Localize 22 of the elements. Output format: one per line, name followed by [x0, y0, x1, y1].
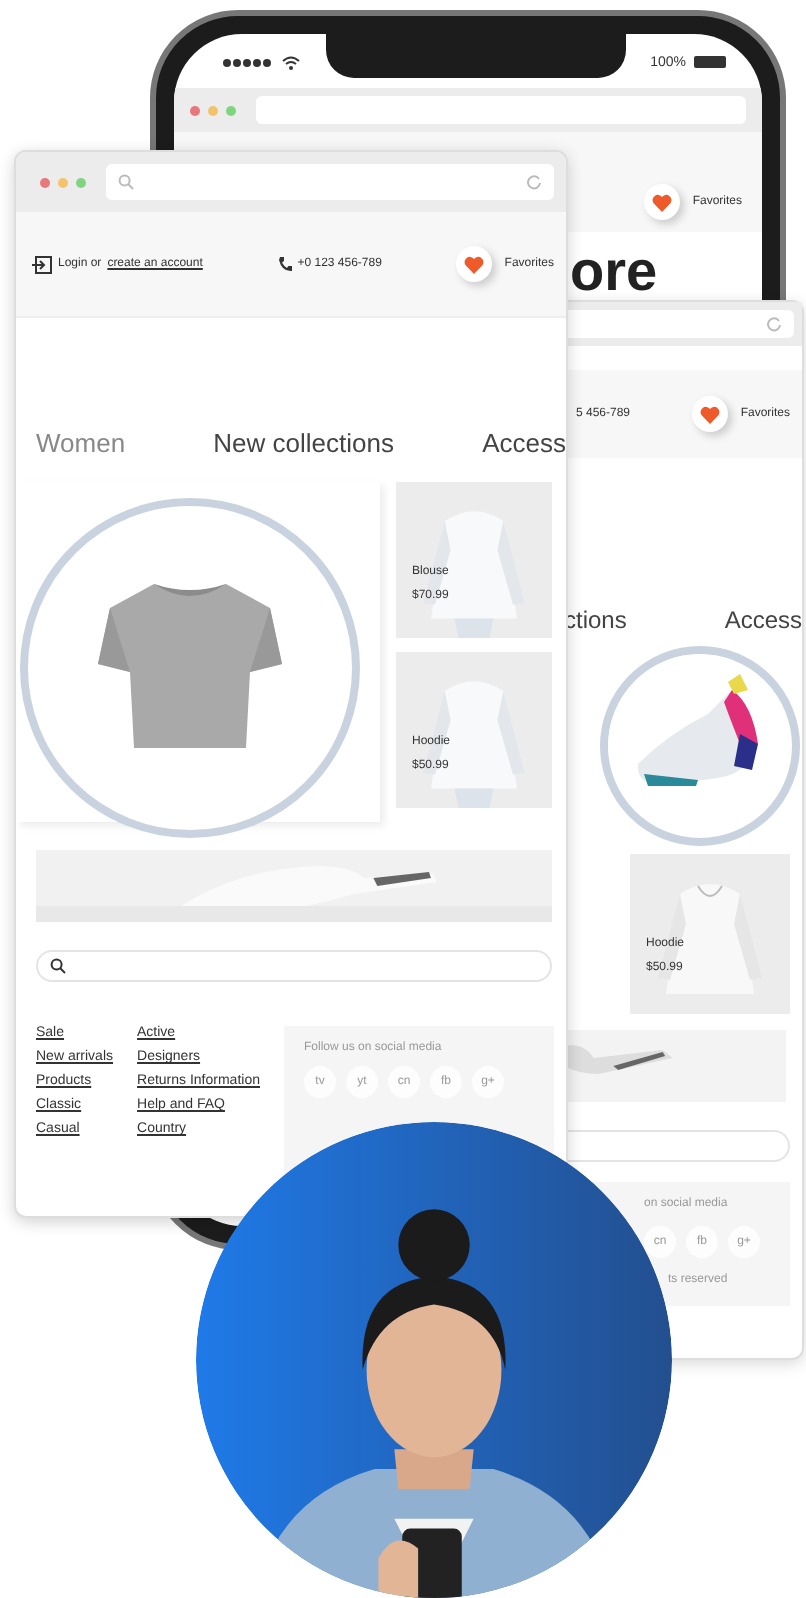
window-controls[interactable] [40, 177, 86, 187]
login-icon [32, 255, 52, 273]
reload-icon[interactable] [766, 316, 782, 332]
category-link[interactable]: New collections [213, 428, 394, 458]
category-link[interactable]: Women [36, 428, 126, 458]
search-field[interactable] [36, 950, 552, 982]
heart-icon [464, 255, 485, 273]
window-controls[interactable] [190, 105, 236, 115]
search-icon [50, 958, 66, 974]
address-bar[interactable] [564, 310, 794, 338]
category-link[interactable]: Access [482, 428, 566, 458]
reload-icon[interactable] [526, 174, 542, 190]
address-bar[interactable] [106, 164, 554, 200]
phone-icon [277, 256, 292, 272]
search-icon [118, 174, 134, 190]
battery-icon [694, 56, 726, 68]
category-link[interactable]: Access [724, 606, 802, 634]
wifi-icon [282, 55, 300, 69]
page-heading: ore [570, 240, 658, 304]
heart-icon [700, 405, 721, 423]
heart-icon [652, 193, 673, 211]
signal-icon [222, 57, 274, 67]
